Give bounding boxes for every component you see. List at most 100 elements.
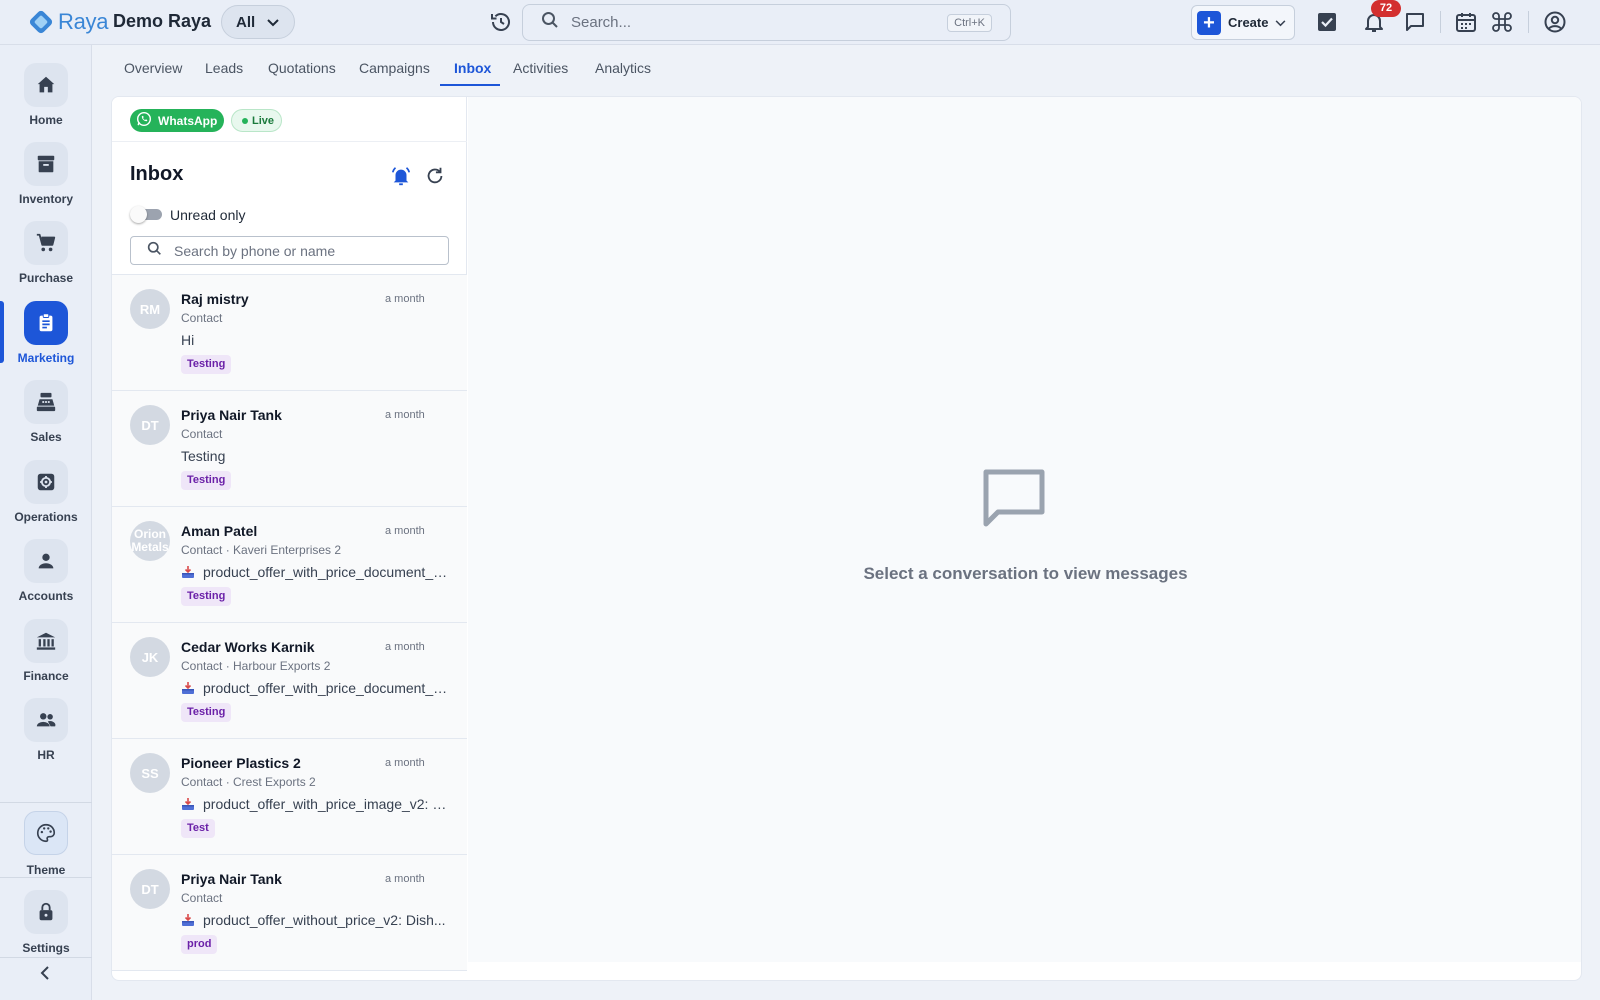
- chat-icon[interactable]: [1403, 10, 1427, 34]
- calendar-icon[interactable]: [1454, 10, 1478, 34]
- search-placeholder: Search by phone or name: [174, 242, 336, 259]
- message-text: product_offer_with_price_document_v2...: [203, 564, 449, 580]
- global-search-input[interactable]: Search... Ctrl+K: [522, 4, 1011, 41]
- people-icon: [24, 698, 68, 742]
- tab-campaigns[interactable]: Campaigns: [359, 60, 430, 76]
- notification-active-icon[interactable]: [390, 165, 412, 187]
- contact-subtitle: Contact: [181, 311, 223, 325]
- sidebar-item-label: Finance: [23, 669, 69, 683]
- conversation-list-panel: WhatsApp Live Inbox Unread only Search b…: [112, 97, 467, 971]
- app-logo[interactable]: Raya: [26, 7, 108, 37]
- message-text: product_offer_without_price_v2: Dish...: [203, 912, 446, 928]
- chevron-left-icon[interactable]: [36, 963, 56, 983]
- contact-subtitle: Contact · Harbour Exports 2: [181, 659, 331, 673]
- timestamp: a month: [385, 409, 425, 421]
- command-icon[interactable]: [1490, 10, 1514, 34]
- contact-subtitle: Contact: [181, 427, 223, 441]
- logo-icon: [26, 7, 56, 37]
- conversation-item[interactable]: RM Raj mistry a month Contact Hi Testing: [112, 275, 467, 391]
- avatar: RM: [130, 289, 170, 329]
- message-text: Hi: [181, 332, 195, 348]
- inbox-tray-icon: [181, 797, 195, 811]
- message-text: product_offer_with_price_image_v2: S...: [203, 796, 449, 812]
- avatar: JK: [130, 637, 170, 677]
- message-preview: product_offer_without_price_v2: Dish...: [181, 912, 449, 928]
- inbox-tray-icon: [181, 681, 195, 695]
- conversation-item[interactable]: DT Priya Nair Tank a month Contact produ…: [112, 855, 467, 971]
- sidebar-item-settings[interactable]: Settings: [0, 883, 92, 963]
- unread-only-label: Unread only: [170, 207, 246, 223]
- scope-select[interactable]: All: [221, 5, 295, 39]
- contact-subtitle: Contact · Crest Exports 2: [181, 775, 316, 789]
- toggle-knob: [130, 206, 147, 223]
- sidebar-item-label: Purchase: [18, 271, 74, 285]
- conversation-search-input[interactable]: Search by phone or name: [130, 236, 449, 265]
- status-label: Live: [252, 114, 275, 127]
- chevron-down-icon: [267, 14, 279, 31]
- conversation-item[interactable]: Orion Metals Aman Patel a month Contact …: [112, 507, 467, 623]
- logo-text: Raya: [58, 9, 109, 34]
- top-bar: Raya Demo Raya All Search... Ctrl+K + Cr…: [0, 0, 1600, 45]
- conversation-item[interactable]: JK Cedar Works Karnik a month Contact · …: [112, 623, 467, 739]
- cart-icon: [24, 221, 68, 265]
- refresh-icon[interactable]: [424, 165, 446, 187]
- channel-label: WhatsApp: [158, 113, 218, 128]
- active-tab-indicator: [440, 84, 500, 86]
- sidebar-item-operations[interactable]: Operations: [0, 454, 92, 534]
- sidebar-item-finance[interactable]: Finance: [0, 613, 92, 693]
- sidebar-item-hr[interactable]: HR: [0, 692, 92, 772]
- sidebar-item-accounts[interactable]: Accounts: [0, 533, 92, 613]
- clipboard-icon: [24, 301, 68, 345]
- tab-inbox[interactable]: Inbox: [454, 60, 491, 76]
- contact-name: Priya Nair Tank: [181, 871, 282, 887]
- tab-overview[interactable]: Overview: [124, 60, 182, 76]
- sidebar-item-label: Operations: [14, 510, 78, 524]
- inbox-panel: WhatsApp Live Inbox Unread only Search b…: [111, 96, 1582, 981]
- message-text: product_offer_with_price_document_v2...: [203, 680, 449, 696]
- timestamp: a month: [385, 873, 425, 885]
- timestamp: a month: [385, 757, 425, 769]
- inbox-tray-icon: [181, 565, 195, 579]
- account-circle-icon[interactable]: [1543, 10, 1567, 34]
- sidebar-item-purchase[interactable]: Purchase: [0, 215, 92, 295]
- timestamp: a month: [385, 641, 425, 653]
- tab-activities[interactable]: Activities: [513, 60, 568, 76]
- conversation-item[interactable]: DT Priya Nair Tank a month Contact Testi…: [112, 391, 467, 507]
- home-icon: [24, 63, 68, 107]
- scope-value: All: [236, 13, 256, 31]
- plus-icon: +: [1197, 10, 1221, 35]
- sidebar-item-sales[interactable]: Sales: [0, 374, 92, 454]
- page-title: Inbox: [130, 163, 184, 185]
- bank-icon: [24, 619, 68, 663]
- sidebar-item-marketing[interactable]: Marketing: [0, 295, 92, 375]
- sidebar-item-inventory[interactable]: Inventory: [0, 136, 92, 216]
- tab-quotations[interactable]: Quotations: [268, 60, 336, 76]
- sidebar-item-home[interactable]: Home: [0, 57, 92, 137]
- sidebar-item-label: Accounts: [18, 589, 74, 603]
- settings-label: Settings: [22, 941, 70, 955]
- avatar: SS: [130, 753, 170, 793]
- tab-analytics[interactable]: Analytics: [595, 60, 651, 76]
- avatar: DT: [130, 869, 170, 909]
- history-icon[interactable]: [489, 10, 513, 34]
- message-view-empty-state: Select a conversation to view messages: [468, 97, 1581, 962]
- create-label: Create: [1228, 15, 1269, 30]
- sidebar-item-theme[interactable]: Theme: [0, 801, 92, 881]
- tag-badge: prod: [181, 935, 218, 954]
- avatar: Orion Metals: [130, 521, 170, 561]
- tasks-icon[interactable]: [1315, 10, 1339, 34]
- search-shortcut: Ctrl+K: [947, 14, 992, 32]
- conversation-item[interactable]: SS Pioneer Plastics 2 a month Contact · …: [112, 739, 467, 855]
- tag-badge: Test: [181, 819, 215, 838]
- lock-icon: [24, 890, 68, 934]
- tab-leads[interactable]: Leads: [205, 60, 243, 76]
- message-preview: product_offer_with_price_document_v2...: [181, 564, 449, 580]
- search-icon: [541, 11, 559, 34]
- settings-box-icon: [24, 460, 68, 504]
- unread-only-toggle[interactable]: [130, 206, 162, 223]
- sidebar-divider: [0, 957, 92, 958]
- create-button[interactable]: + Create: [1191, 5, 1295, 40]
- message-preview: Hi: [181, 332, 449, 348]
- whatsapp-channel-chip[interactable]: WhatsApp: [130, 109, 224, 132]
- status-dot: [242, 117, 248, 124]
